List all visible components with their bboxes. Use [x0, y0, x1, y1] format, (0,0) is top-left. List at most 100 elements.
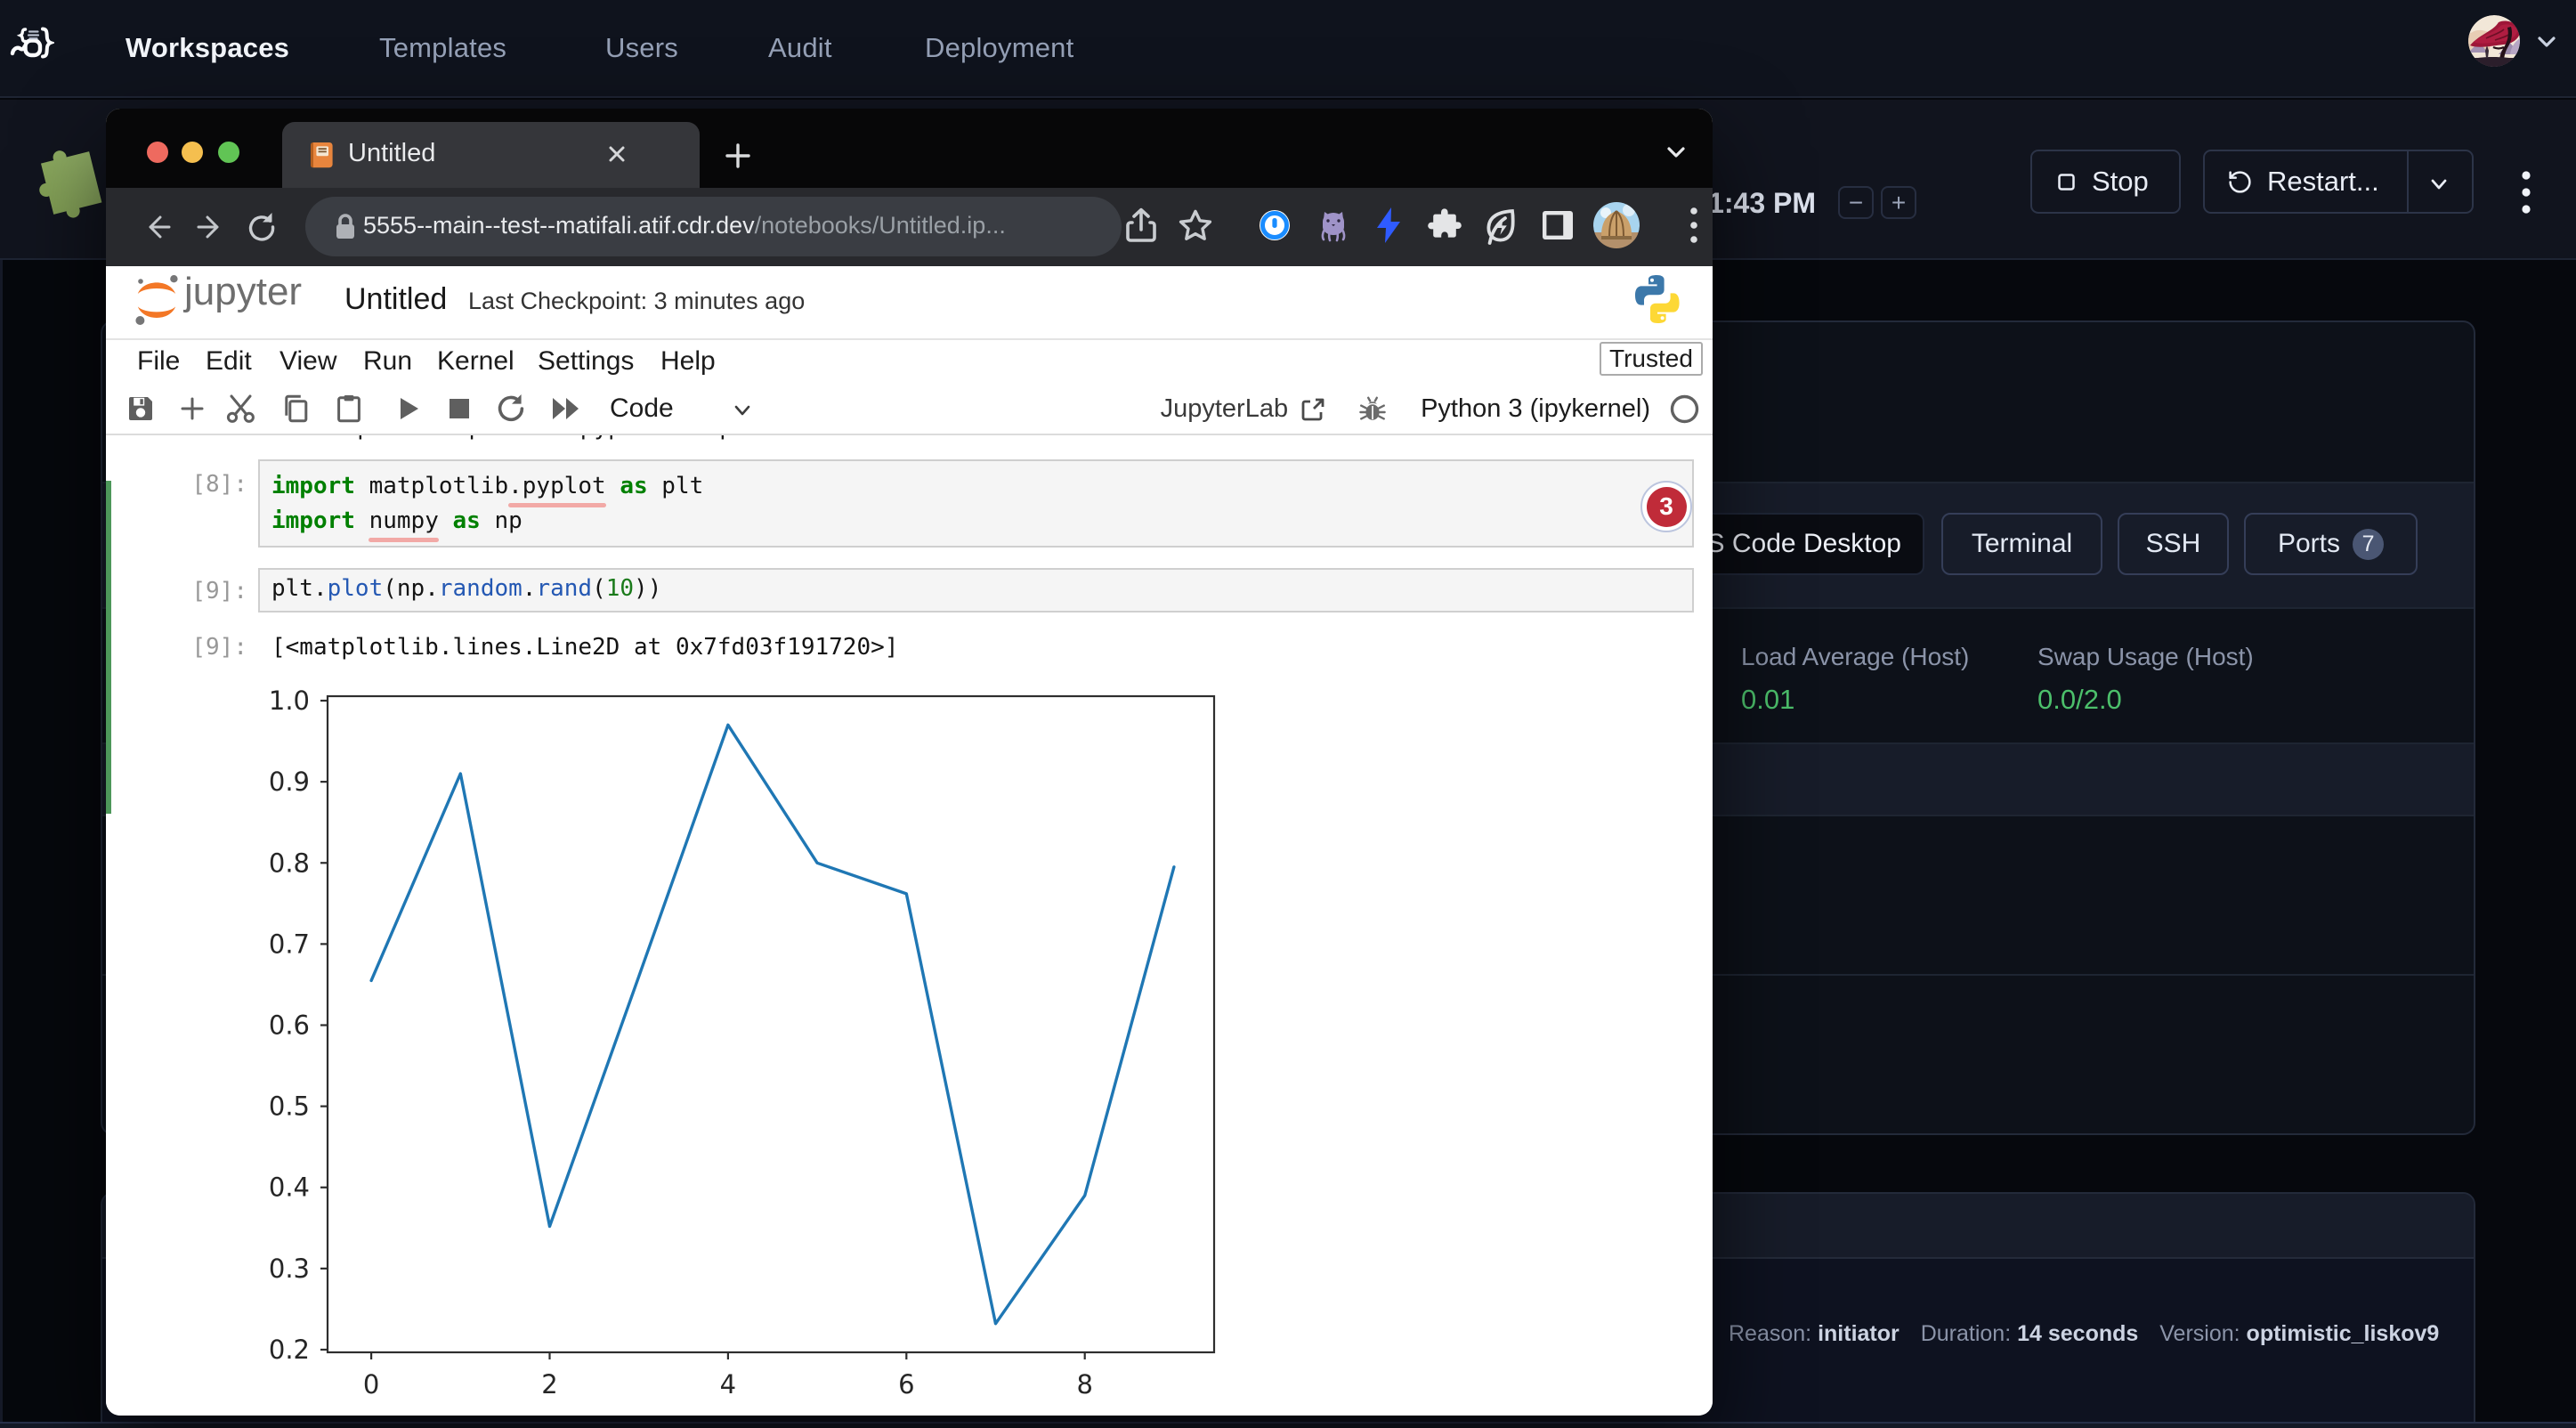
- svg-text:0: 0: [363, 1369, 379, 1400]
- nav-item-deployment[interactable]: Deployment: [925, 0, 1073, 96]
- cell8-code: import matplotlib.pyplot as pltimport nu…: [271, 469, 703, 539]
- stop-button-label: Stop: [2092, 166, 2149, 198]
- stat-value: 0.01: [1741, 684, 1969, 716]
- account-chevron-icon[interactable]: [2535, 32, 2558, 56]
- stop-workspace-button[interactable]: Stop: [2030, 150, 2181, 214]
- build-row-meta: Reason: initiator Duration: 14 seconds V…: [1729, 1321, 2439, 1347]
- app-ports-button[interactable]: Ports 7: [2244, 513, 2418, 575]
- add-cell-icon[interactable]: [177, 394, 207, 428]
- desktop-puzzle-icon[interactable]: [32, 142, 105, 223]
- ext-energy-leaf-icon[interactable]: [1481, 206, 1519, 249]
- share-icon[interactable]: [1123, 207, 1159, 250]
- cell9-input[interactable]: plt.plot(np.random.rand(10)): [258, 568, 1694, 613]
- run-icon[interactable]: [395, 394, 422, 427]
- schedule-minus-button[interactable]: −: [1838, 186, 1874, 219]
- browser-profile-avatar[interactable]: [1593, 202, 1640, 253]
- svg-text:6: 6: [898, 1369, 914, 1400]
- reload-icon[interactable]: [244, 209, 279, 249]
- menu-edit[interactable]: Edit: [206, 340, 252, 383]
- svg-text:0.3: 0.3: [269, 1254, 310, 1284]
- schedule-plus-button[interactable]: +: [1881, 186, 1916, 219]
- bookmark-star-icon[interactable]: [1177, 207, 1214, 249]
- browser-tab[interactable]: Untitled: [282, 122, 700, 188]
- external-link-icon[interactable]: [1300, 396, 1326, 423]
- macos-zoom-button[interactable]: [218, 142, 239, 163]
- app-ssh-button[interactable]: SSH: [2118, 513, 2229, 575]
- cell8-prompt: [8]:: [150, 471, 247, 498]
- menu-run[interactable]: Run: [363, 340, 412, 383]
- kernel-status-icon[interactable]: [1670, 394, 1699, 424]
- stop-icon: [2056, 172, 2077, 192]
- jupyterlab-link[interactable]: JupyterLab: [1161, 394, 1289, 424]
- nav-item-users[interactable]: Users: [605, 0, 678, 96]
- nav-item-templates[interactable]: Templates: [379, 0, 506, 96]
- app-terminal-button[interactable]: Terminal: [1941, 513, 2102, 575]
- nav-item-audit[interactable]: Audit: [768, 0, 832, 96]
- scrolled-cell-remnant: import matplotlib.pyplot as plt: [329, 435, 1219, 442]
- browser-kebab-menu[interactable]: [1684, 204, 1704, 247]
- ext-github-icon[interactable]: [1316, 207, 1351, 247]
- notebook-title[interactable]: Untitled: [344, 282, 447, 317]
- svg-text:0.9: 0.9: [269, 767, 310, 797]
- restart-workspace-button[interactable]: Restart...: [2267, 166, 2379, 198]
- stat-label: Swap Usage (Host): [2037, 643, 2254, 671]
- trusted-badge[interactable]: Trusted: [1600, 342, 1703, 376]
- duration-value: 14 seconds: [2017, 1321, 2138, 1346]
- paste-icon[interactable]: [334, 394, 364, 428]
- squiggle-numpy: [369, 538, 439, 542]
- menu-kernel[interactable]: Kernel: [437, 340, 514, 383]
- macos-minimize-button[interactable]: [182, 142, 203, 163]
- vscode-button-label: VS Code Desktop: [1689, 529, 1901, 559]
- macos-close-button[interactable]: [147, 142, 168, 163]
- cell-type-select[interactable]: Code: [610, 394, 674, 424]
- svg-text:0.4: 0.4: [269, 1172, 310, 1203]
- forward-icon[interactable]: [192, 210, 226, 248]
- url-host: 5555--main--test--matifali.atif.cdr.dev: [363, 212, 755, 239]
- run-all-icon[interactable]: [549, 394, 581, 427]
- cell8-input[interactable]: import matplotlib.pyplot as pltimport nu…: [258, 459, 1694, 548]
- tab-search-chevron-icon[interactable]: [1661, 139, 1691, 170]
- nav-item-workspaces[interactable]: Workspaces: [126, 0, 289, 96]
- user-avatar[interactable]: [2468, 15, 2520, 67]
- cell9-code: plt.plot(np.random.rand(10)): [271, 575, 661, 602]
- menu-settings[interactable]: Settings: [538, 340, 634, 383]
- restart-kernel-icon[interactable]: [496, 394, 528, 428]
- tab-close-icon[interactable]: [603, 140, 631, 173]
- menu-view[interactable]: View: [279, 340, 336, 383]
- selected-cell-bar: [106, 481, 111, 814]
- toolbar-right-cluster: JupyterLab Python 3 (ipykernel): [1161, 383, 1699, 435]
- svg-text:0.2: 0.2: [269, 1335, 310, 1365]
- interrupt-icon[interactable]: [447, 396, 472, 426]
- kernel-name[interactable]: Python 3 (ipykernel): [1421, 394, 1650, 424]
- out9-prompt: [9]:: [150, 634, 247, 661]
- out9-text: [<matplotlib.lines.Line2D at 0x7fd03f191…: [271, 634, 898, 661]
- menu-help[interactable]: Help: [660, 340, 716, 383]
- ext-puzzle-icon[interactable]: [1427, 207, 1462, 247]
- ports-count-badge: 7: [2353, 529, 2384, 560]
- debugger-bug-icon[interactable]: [1358, 395, 1387, 424]
- tab-title: Untitled: [348, 139, 435, 168]
- cut-icon[interactable]: [225, 394, 259, 428]
- save-icon[interactable]: [126, 394, 156, 428]
- url-path: /notebooks/Untitled.ip...: [755, 212, 1006, 239]
- ext-1password-icon[interactable]: [1259, 209, 1291, 246]
- ext-lightning-icon[interactable]: [1371, 206, 1406, 249]
- back-icon[interactable]: [142, 210, 175, 248]
- restart-options-chevron-icon[interactable]: [2426, 173, 2452, 196]
- coder-logo[interactable]: [10, 27, 54, 66]
- jupyter-toolbar: Code JupyterLab Python 3 (ipykernel): [106, 383, 1713, 435]
- copy-icon[interactable]: [280, 394, 311, 428]
- ext-sidepanel-icon[interactable]: [1541, 209, 1575, 246]
- jupyter-logo[interactable]: [131, 271, 182, 334]
- menu-file[interactable]: File: [137, 340, 180, 383]
- workspace-kebab-menu[interactable]: [2515, 167, 2537, 217]
- cell-type-chevron-icon[interactable]: [729, 401, 756, 426]
- jupyter-menubar: File Edit View Run Kernel Settings Help …: [106, 340, 1713, 383]
- ports-button-label: Ports: [2278, 529, 2340, 559]
- scrolled-line-text: import matplotlib.pyplot as plt: [329, 435, 761, 441]
- svg-text:1.0: 1.0: [269, 686, 310, 716]
- matplotlib-figure: 0.20.30.40.50.60.70.80.91.002468: [239, 676, 1272, 1415]
- url-bar[interactable]: 5555--main--test--matifali.atif.cdr.dev/…: [305, 197, 1122, 256]
- new-tab-button[interactable]: [720, 138, 756, 178]
- browser-titlebar[interactable]: Untitled: [106, 109, 1713, 188]
